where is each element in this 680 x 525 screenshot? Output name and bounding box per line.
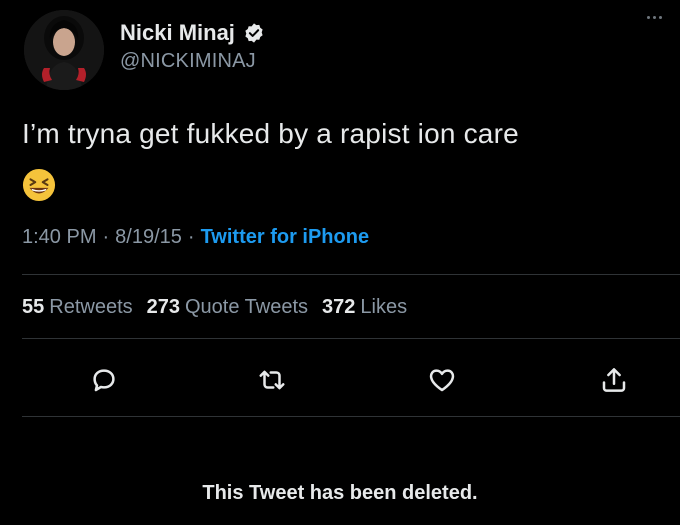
- tweet-meta: 1:40 PM · 8/19/15 · Twitter for iPhone: [22, 226, 369, 249]
- tweet-source-link[interactable]: Twitter for iPhone: [201, 226, 370, 249]
- divider: [22, 274, 680, 275]
- laughing-emoji-icon: [22, 168, 56, 202]
- tweet-date[interactable]: 8/19/15: [115, 226, 182, 249]
- divider: [22, 338, 680, 339]
- meta-separator: ·: [187, 226, 195, 248]
- reply-button[interactable]: [84, 360, 124, 400]
- tweet-stats: 55 Retweets 273 Quote Tweets 372 Likes: [22, 296, 407, 319]
- more-dot: [659, 16, 662, 19]
- quote-tweets-stat[interactable]: 273 Quote Tweets: [147, 296, 308, 319]
- more-dot: [653, 16, 656, 19]
- likes-count: 372: [322, 296, 356, 318]
- likes-label: Likes: [360, 296, 408, 318]
- tweet-time[interactable]: 1:40 PM: [22, 226, 96, 249]
- avatar-image: [24, 10, 104, 90]
- author-avatar[interactable]: [24, 10, 104, 90]
- more-options-icon[interactable]: [647, 16, 662, 19]
- quote-tweets-count: 273: [146, 296, 180, 318]
- likes-stat[interactable]: 372 Likes: [322, 296, 407, 319]
- quote-tweets-label: Quote Tweets: [185, 296, 309, 318]
- tweet-text: I’m tryna get fukked by a rapist ion car…: [22, 118, 519, 149]
- share-icon: [602, 368, 626, 392]
- more-dot: [647, 16, 650, 19]
- divider: [22, 416, 680, 417]
- reply-icon: [93, 369, 115, 392]
- tweet-deleted-notice: This Tweet has been deleted.: [202, 482, 478, 504]
- author-name-row[interactable]: Nicki Minaj: [120, 20, 265, 46]
- tweet-card: Nicki Minaj @NICKIMINAJ I’m tryna get fu…: [0, 0, 680, 525]
- retweets-count: 55: [22, 296, 45, 318]
- retweets-stat[interactable]: 55 Retweets: [22, 296, 133, 319]
- author-display-name[interactable]: Nicki Minaj: [120, 20, 235, 46]
- retweets-label: Retweets: [49, 296, 133, 318]
- retweet-button[interactable]: [252, 360, 292, 400]
- retweet-icon: [259, 370, 285, 390]
- meta-separator: ·: [102, 226, 110, 248]
- like-button[interactable]: [422, 360, 462, 400]
- tweet-actions: [22, 360, 658, 400]
- verified-badge-icon: [243, 22, 265, 44]
- share-button[interactable]: [594, 360, 634, 400]
- author-handle[interactable]: @NICKIMINAJ: [120, 50, 256, 73]
- heart-icon: [429, 369, 455, 392]
